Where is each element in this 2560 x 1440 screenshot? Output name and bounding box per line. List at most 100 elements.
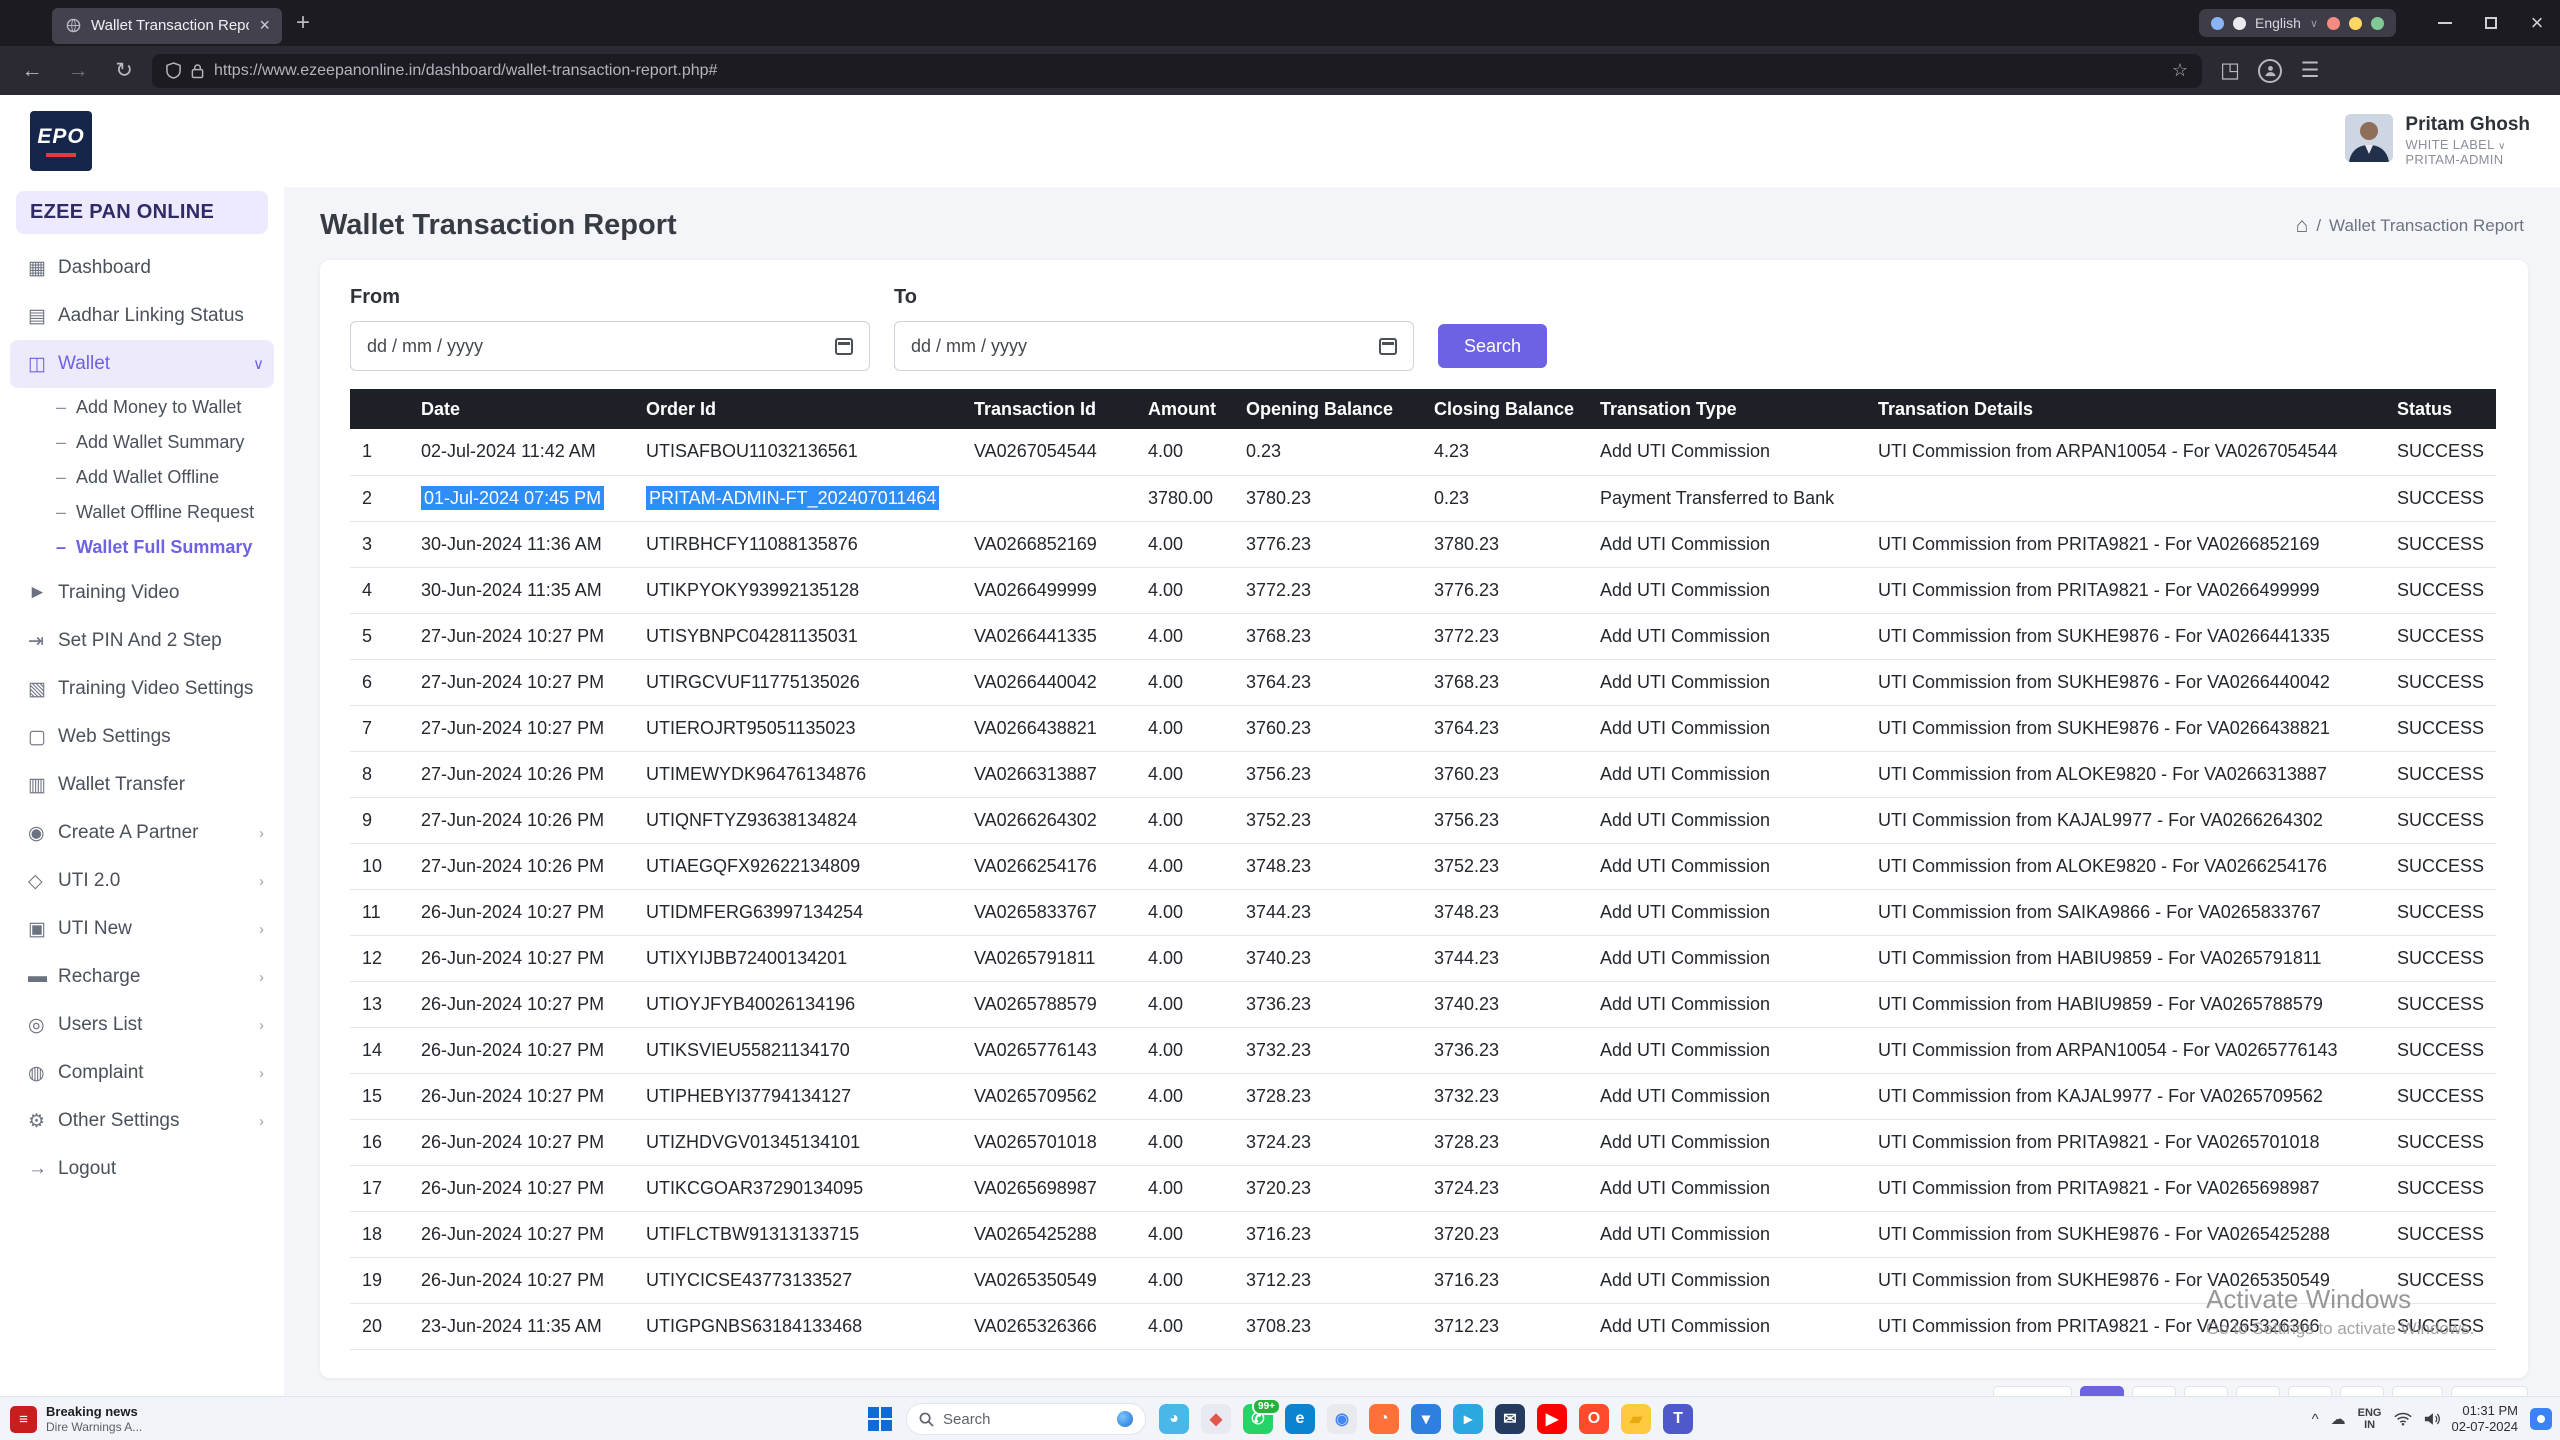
sidebar-item-wallet[interactable]: ◫Wallet∨: [10, 340, 274, 388]
taskbar-app-photos-icon[interactable]: ◆: [1201, 1404, 1231, 1434]
copilot-glyph: ◕: [1169, 1410, 1179, 1428]
extension-icon[interactable]: [2349, 17, 2362, 30]
browser-tab[interactable]: Wallet Transaction Report ×: [52, 8, 282, 44]
wifi-icon[interactable]: [2394, 1412, 2412, 1426]
bookmark-star-icon[interactable]: ☆: [2172, 60, 2188, 81]
pagination-next[interactable]: NEXT: [2451, 1386, 2528, 1397]
sidebar-item-set-pin-and-2-step[interactable]: ⇥Set PIN And 2 Step: [10, 617, 274, 665]
calendar-icon[interactable]: [835, 338, 853, 355]
to-date-input[interactable]: dd / mm / yyyy: [894, 321, 1414, 371]
taskbar-search[interactable]: Search: [906, 1403, 1146, 1435]
pagination-page-4[interactable]: 4: [2236, 1386, 2280, 1397]
url-bar[interactable]: https://www.ezeepanonline.in/dashboard/w…: [152, 54, 2202, 88]
sidebar-item-uti-2-0[interactable]: ◇UTI 2.0›: [10, 857, 274, 905]
sidebar-item-logout[interactable]: →Logout: [10, 1145, 274, 1193]
taskbar-app-edge-icon[interactable]: e: [1285, 1404, 1315, 1434]
browser-profile-icon[interactable]: [2258, 59, 2282, 83]
role-dropdown[interactable]: WHITE LABEL ∨: [2405, 137, 2530, 153]
back-button[interactable]: ←: [14, 59, 50, 83]
close-tab-icon[interactable]: ×: [259, 15, 270, 36]
refresh-button[interactable]: ↻: [106, 58, 142, 83]
app-logo[interactable]: EPO: [30, 111, 92, 171]
extension-toolbar[interactable]: English ∨: [2199, 9, 2396, 37]
url-text[interactable]: https://www.ezeepanonline.in/dashboard/w…: [214, 62, 2162, 80]
translate-language-label[interactable]: English: [2255, 15, 2301, 31]
sidebar-item-aadhar-linking-status[interactable]: ▤Aadhar Linking Status: [10, 292, 274, 340]
pagination-page-2[interactable]: 2: [2132, 1386, 2176, 1397]
taskbar-app-opera-icon[interactable]: O: [1579, 1404, 1609, 1434]
close-window-button[interactable]: ×: [2514, 0, 2560, 46]
taskbar-center: Search ◕ ◆ ✆99+ e ◉ ◔ ▾ ▸ ✉ ▶ O ▰ T: [867, 1397, 1693, 1440]
pagination-prev[interactable]: PREV: [1993, 1386, 2071, 1397]
pagination-page-19[interactable]: 19: [2392, 1386, 2443, 1397]
sidebar-item-dashboard[interactable]: ▦Dashboard: [10, 244, 274, 292]
minimize-button[interactable]: [2422, 0, 2468, 46]
taskbar-app-explorer-icon[interactable]: ▰: [1621, 1404, 1651, 1434]
sidebar-subitem-add-wallet-summary[interactable]: –Add Wallet Summary: [0, 425, 284, 460]
cell-date: 26-Jun-2024 10:27 PM: [419, 1257, 644, 1303]
taskbar-app-mail-icon[interactable]: ✉: [1495, 1404, 1525, 1434]
cell-date: 26-Jun-2024 10:27 PM: [419, 889, 644, 935]
sidebar-subitem-wallet-offline-request[interactable]: –Wallet Offline Request: [0, 495, 284, 530]
pagination-page-6[interactable]: 6: [2340, 1386, 2384, 1397]
forward-button[interactable]: →: [60, 59, 96, 83]
pagination-page-5[interactable]: 5: [2288, 1386, 2332, 1397]
sidebar-item-web-settings[interactable]: ▢Web Settings: [10, 713, 274, 761]
sidebar-item-other-settings[interactable]: ⚙Other Settings›: [10, 1097, 274, 1145]
taskbar-app-firefox-icon[interactable]: ◔: [1369, 1404, 1399, 1434]
cell-order-id: UTISAFBOU11032136561: [644, 429, 972, 475]
taskbar-app-whatsapp-icon[interactable]: ✆99+: [1243, 1404, 1273, 1434]
table-row: 1626-Jun-2024 10:27 PMUTIZHDVGV013451341…: [350, 1119, 2496, 1165]
sidebar-item-create-a-partner[interactable]: ◉Create A Partner›: [10, 809, 274, 857]
taskbar-app-chrome-icon[interactable]: ◉: [1327, 1404, 1357, 1434]
sidebar-item-training-video-settings[interactable]: ▧Training Video Settings: [10, 665, 274, 713]
shield-icon[interactable]: [166, 62, 181, 79]
taskbar-app-telegram-icon[interactable]: ▸: [1453, 1404, 1483, 1434]
sidebar-item-training-video[interactable]: ►Training Video: [10, 569, 274, 617]
taskbar-app-teams-icon[interactable]: T: [1663, 1404, 1693, 1434]
widgets-button[interactable]: ≡ Breaking news Dire Warnings A...: [10, 1397, 142, 1440]
sidebar-subitem-add-wallet-offline[interactable]: –Add Wallet Offline: [0, 460, 284, 495]
from-date-input[interactable]: dd / mm / yyyy: [350, 321, 870, 371]
user-menu[interactable]: Pritam Ghosh WHITE LABEL ∨ PRITAM-ADMIN: [2345, 114, 2530, 168]
extension-icon[interactable]: [2233, 17, 2246, 30]
sidebar-item-wallet-transfer[interactable]: ▥Wallet Transfer: [10, 761, 274, 809]
sidebar-subitem-wallet-full-summary[interactable]: –Wallet Full Summary: [0, 530, 284, 565]
cell-opening-balance: 3712.23: [1244, 1257, 1432, 1303]
pagination-page-1[interactable]: 1: [2080, 1386, 2124, 1397]
taskbar-app-store-icon[interactable]: ▾: [1411, 1404, 1441, 1434]
volume-icon[interactable]: [2424, 1412, 2440, 1426]
maximize-button[interactable]: [2468, 0, 2514, 46]
extension-icon[interactable]: [2371, 17, 2384, 30]
language-indicator[interactable]: ENG IN: [2358, 1407, 2382, 1431]
sidebar-item-users-list[interactable]: ◎Users List›: [10, 1001, 274, 1049]
lock-icon[interactable]: [191, 63, 204, 79]
sidebar-item-complaint[interactable]: ◍Complaint›: [10, 1049, 274, 1097]
cell-closing-balance: 3724.23: [1432, 1165, 1598, 1211]
clock[interactable]: 01:31 PM 02-07-2024: [2452, 1403, 2519, 1436]
sidebar-item-recharge[interactable]: ▬Recharge›: [10, 953, 274, 1001]
table-row: 527-Jun-2024 10:27 PMUTISYBNPC0428113503…: [350, 613, 2496, 659]
taskbar-app-youtube-icon[interactable]: ▶: [1537, 1404, 1567, 1434]
cell-status: SUCCESS: [2395, 751, 2496, 797]
tray-expand-icon[interactable]: ^: [2312, 1411, 2319, 1428]
extension-icon[interactable]: [2327, 17, 2340, 30]
extensions-puzzle-icon[interactable]: ◳: [2212, 58, 2248, 83]
home-icon[interactable]: ⌂: [2296, 214, 2309, 238]
calendar-icon[interactable]: [1379, 338, 1397, 355]
sidebar-item-uti-new[interactable]: ▣UTI New›: [10, 905, 274, 953]
new-tab-button[interactable]: +: [296, 9, 310, 37]
brand-title[interactable]: EZEE PAN ONLINE: [16, 191, 268, 234]
taskbar-app-copilot-icon[interactable]: ◕: [1159, 1404, 1189, 1434]
search-button[interactable]: Search: [1438, 324, 1547, 368]
window-controls: ×: [2422, 0, 2560, 46]
sidebar-item-label: Users List: [58, 1014, 259, 1036]
notification-icon[interactable]: [2530, 1408, 2552, 1430]
pagination-page-3[interactable]: 3: [2184, 1386, 2228, 1397]
col-closing-balance: Closing Balance: [1432, 389, 1598, 429]
menu-icon[interactable]: ☰: [2292, 58, 2328, 83]
onedrive-cloud-icon[interactable]: ☁: [2331, 1410, 2346, 1428]
start-button[interactable]: [867, 1406, 893, 1432]
sidebar-subitem-add-money-to-wallet[interactable]: –Add Money to Wallet: [0, 390, 284, 425]
extension-icon[interactable]: [2211, 17, 2224, 30]
